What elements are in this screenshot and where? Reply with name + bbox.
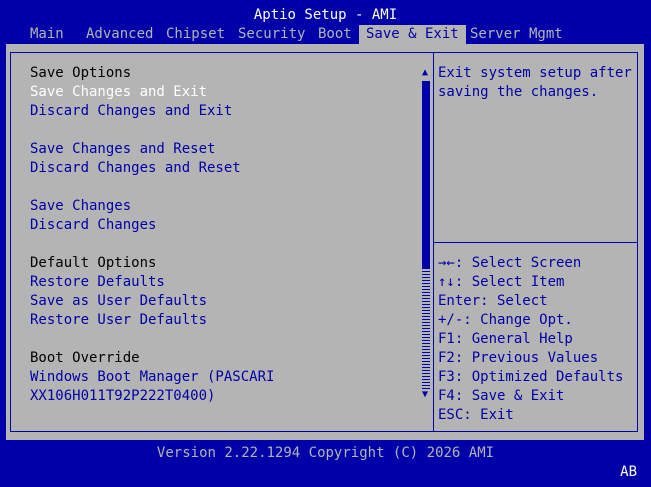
scroll-down-icon[interactable]: ▼ — [419, 389, 431, 401]
menu-item-save-changes[interactable]: Save Changes — [30, 197, 131, 216]
menu-item-restore-user-defaults[interactable]: Restore User Defaults — [30, 311, 207, 330]
scrollbar-thumb[interactable] — [422, 81, 430, 269]
menu-item-discard-changes-and-exit[interactable]: Discard Changes and Exit — [30, 102, 232, 121]
menu-item-save-changes-and-reset[interactable]: Save Changes and Reset — [30, 140, 215, 159]
scroll-up-icon[interactable]: ▲ — [419, 67, 431, 79]
menu-item-save-changes-and-exit[interactable]: Save Changes and Exit — [30, 83, 207, 102]
menu-item-restore-defaults[interactable]: Restore Defaults — [30, 273, 165, 292]
key-hint-enter: Enter: Select — [438, 293, 548, 309]
version-footer: Version 2.22.1294 Copyright (C) 2026 AMI — [156, 445, 495, 461]
key-hint-select-item: ↑↓: Select Item — [438, 274, 565, 290]
section-header-boot-override: Boot Override — [30, 350, 140, 366]
help-text-line1: Exit system setup after — [438, 65, 632, 81]
key-hint-change-opt: +/-: Change Opt. — [438, 312, 573, 328]
tab-chipset[interactable]: Chipset — [166, 25, 225, 44]
help-text-line2: saving the changes. — [438, 84, 599, 100]
menu-item-save-as-user-defaults[interactable]: Save as User Defaults — [30, 292, 207, 311]
menu-item-discard-changes-and-reset[interactable]: Discard Changes and Reset — [30, 159, 241, 178]
tab-server-mgmt[interactable]: Server Mgmt — [470, 25, 563, 44]
key-hint-f2: F2: Previous Values — [438, 350, 599, 366]
tab-save-exit[interactable]: Save & Exit — [359, 25, 466, 44]
key-hint-f4: F4: Save & Exit — [438, 388, 565, 404]
section-header-save-options: Save Options — [30, 65, 132, 81]
tab-boot[interactable]: Boot — [318, 25, 352, 44]
tab-advanced[interactable]: Advanced — [86, 25, 153, 44]
language-indicator: AB — [620, 464, 637, 480]
key-hint-f1: F1: General Help — [438, 331, 573, 347]
key-hint-select-screen: →←: Select Screen — [438, 255, 582, 271]
setup-panel: Save Options Save Changes and Exit Disca… — [6, 44, 644, 440]
window-title: Aptio Setup - AMI — [253, 7, 398, 23]
key-hint-f3: F3: Optimized Defaults — [438, 369, 624, 385]
menu-item-boot-override-entry[interactable]: Windows Boot Manager (PASCARI — [30, 368, 274, 387]
menu-item-boot-override-entry-cont[interactable]: XX106H011T92P222T0400) — [30, 387, 215, 406]
section-header-default-options: Default Options — [30, 255, 157, 271]
key-hint-esc: ESC: Exit — [438, 407, 514, 423]
tab-main[interactable]: Main — [30, 25, 64, 44]
menu-item-discard-changes[interactable]: Discard Changes — [30, 216, 156, 235]
tab-security[interactable]: Security — [238, 25, 305, 44]
help-separator — [434, 242, 638, 243]
